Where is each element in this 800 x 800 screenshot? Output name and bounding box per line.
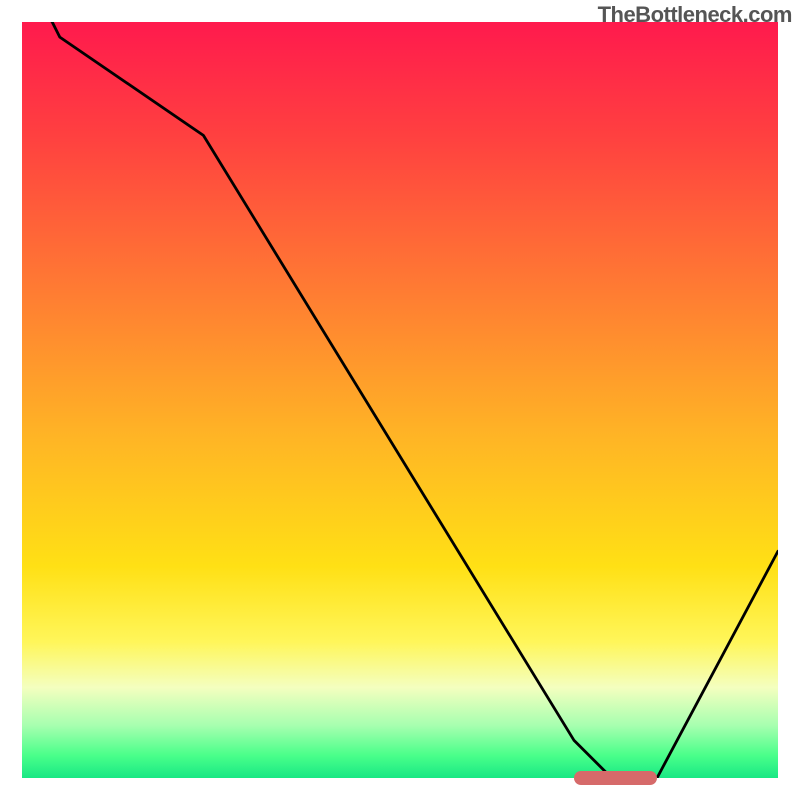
chart-line-layer: [22, 22, 778, 778]
optimal-range-marker: [574, 771, 657, 785]
bottleneck-curve: [22, 22, 778, 778]
watermark-text: TheBottleneck.com: [598, 2, 792, 28]
